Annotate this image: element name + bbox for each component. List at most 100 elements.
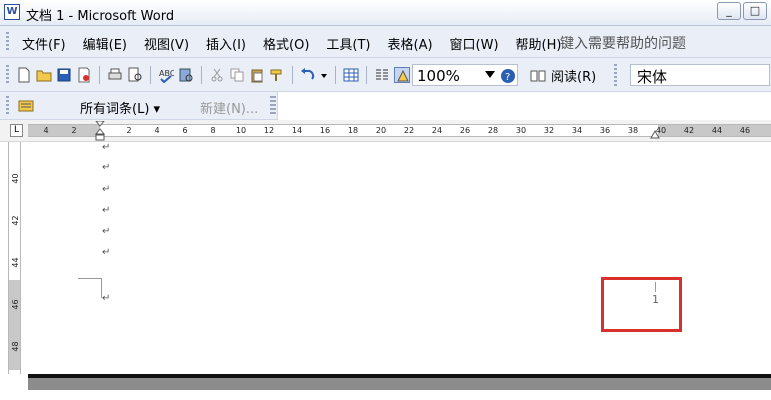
ruler-tick: 12: [263, 126, 275, 135]
print-icon[interactable]: [107, 67, 123, 83]
page-gap: [28, 378, 771, 390]
document-page[interactable]: [28, 142, 771, 374]
highlight-box: [601, 277, 682, 332]
help-icon[interactable]: ?: [500, 68, 516, 84]
paragraph-mark: ↵: [102, 162, 111, 173]
window-title: 文档 1 - Microsoft Word: [26, 9, 175, 24]
vruler-tick: 46: [11, 299, 20, 310]
ruler-tick: 32: [543, 126, 555, 135]
spelling-icon[interactable]: ABC: [158, 67, 176, 84]
open-folder-icon[interactable]: [36, 67, 52, 83]
autotext-toolbar: 所有词条(L) ▾ 新建(N)...: [0, 92, 278, 120]
menu-window[interactable]: 窗口(W): [450, 34, 499, 53]
insert-table-icon[interactable]: [343, 67, 359, 83]
horizontal-ruler[interactable]: 4 2 2 4 6 8 10 12 14 16 18 20 22 24 26 2…: [28, 121, 771, 141]
ruler-left-margin: [28, 125, 100, 136]
copy-icon[interactable]: [229, 67, 245, 83]
ruler-tick: 28: [487, 126, 499, 135]
horizontal-ruler-area: L 4 2 2 4 6 8 10 12 14 16 18 20 22 24 26…: [0, 120, 771, 142]
vruler-tick: 42: [11, 215, 20, 226]
menu-file[interactable]: 文件(F): [22, 34, 66, 53]
separator: [292, 66, 293, 84]
indent-marker-icon[interactable]: [95, 121, 105, 141]
menu-edit[interactable]: 编辑(E): [83, 34, 127, 53]
save-icon[interactable]: [56, 67, 72, 83]
ruler-tick: 36: [599, 126, 611, 135]
cut-icon[interactable]: [209, 67, 225, 83]
ruler-tick: 24: [431, 126, 443, 135]
paragraph-mark: ↵: [102, 226, 111, 237]
menu-view[interactable]: 视图(V): [144, 34, 189, 53]
autotext-grip[interactable]: [6, 96, 9, 116]
minimize-button[interactable]: _: [717, 2, 741, 20]
svg-text:?: ?: [505, 72, 510, 83]
title-bar: W 文档 1 - Microsoft Word _ □: [0, 0, 771, 26]
font-select[interactable]: 宋体: [630, 64, 770, 86]
paragraph-mark: ↵: [102, 205, 111, 216]
undo-icon[interactable]: [300, 67, 316, 83]
vertical-ruler[interactable]: 40 42 44 46 48: [8, 142, 21, 374]
menu-table[interactable]: 表格(A): [388, 34, 433, 53]
read-label: 阅读(R): [551, 70, 597, 85]
ruler-tick: 2: [71, 126, 77, 135]
ruler-tick: 14: [291, 126, 303, 135]
menu-tools[interactable]: 工具(T): [326, 34, 370, 53]
paragraph-mark: ↵: [102, 247, 111, 258]
ruler-tick: 38: [627, 126, 639, 135]
drawing-icon[interactable]: [394, 67, 410, 83]
menu-bar: 文件(F) 编辑(E) 视图(V) 插入(I) 格式(O) 工具(T) 表格(A…: [0, 26, 771, 58]
help-search-box[interactable]: 键入需要帮助的问题: [560, 33, 686, 53]
ruler-tick: 20: [375, 126, 387, 135]
paste-icon[interactable]: [249, 67, 265, 83]
paragraph-mark: ↵: [102, 293, 111, 304]
chevron-down-icon[interactable]: [485, 71, 495, 78]
ruler-tick: 4: [43, 126, 49, 135]
ruler-tick: 16: [319, 126, 331, 135]
menu-format[interactable]: 格式(O): [263, 34, 309, 53]
separator: [150, 66, 151, 84]
new-entry-button[interactable]: 新建(N)...: [200, 98, 258, 117]
ruler-tick: 44: [711, 126, 723, 135]
tab-stop-selector[interactable]: L: [10, 124, 23, 137]
format-painter-icon[interactable]: [269, 67, 285, 83]
ruler-tick: 22: [403, 126, 415, 135]
restore-button[interactable]: □: [743, 2, 767, 20]
undo-dropdown-icon[interactable]: [320, 67, 328, 83]
ruler-tick: 46: [739, 126, 751, 135]
book-icon: [530, 68, 546, 84]
ruler-tick: 10: [235, 126, 247, 135]
vruler-tick: 48: [11, 341, 20, 352]
ruler-tick: 2: [126, 126, 132, 135]
standard-toolbar: ABC 100% ? 阅读(R) 宋体: [0, 58, 771, 92]
columns-icon[interactable]: [374, 67, 390, 83]
text-boundary-corner: [78, 278, 102, 298]
right-indent-marker-icon[interactable]: [650, 129, 660, 139]
ruler-tick: 26: [459, 126, 471, 135]
ruler-tick: 30: [515, 126, 527, 135]
svg-text:ABC: ABC: [159, 69, 174, 78]
vruler-bottom-margin: [9, 280, 20, 370]
permission-icon[interactable]: [76, 67, 92, 83]
print-preview-icon[interactable]: [127, 67, 143, 83]
ruler-tick: 6: [182, 126, 188, 135]
autotext-icon[interactable]: [18, 98, 34, 114]
zoom-value: 100%: [417, 67, 460, 85]
word-app-icon[interactable]: W: [4, 4, 20, 20]
vruler-tick: 40: [11, 173, 20, 184]
read-button[interactable]: 阅读(R): [528, 66, 596, 85]
all-entries-button[interactable]: 所有词条(L) ▾: [80, 98, 160, 117]
separator: [99, 66, 100, 84]
research-icon[interactable]: [178, 67, 194, 83]
new-document-icon[interactable]: [16, 67, 32, 83]
menu-items: 文件(F) 编辑(E) 视图(V) 插入(I) 格式(O) 工具(T) 表格(A…: [22, 34, 578, 53]
separator: [201, 66, 202, 84]
toolbar-grip[interactable]: [6, 65, 9, 85]
formatting-grip[interactable]: [614, 64, 617, 86]
menu-insert[interactable]: 插入(I): [206, 34, 246, 53]
separator: [366, 66, 367, 84]
menu-help[interactable]: 帮助(H): [516, 34, 562, 53]
menu-grip[interactable]: [6, 32, 9, 52]
window-controls: _ □: [717, 2, 767, 20]
toolbar2-end[interactable]: [270, 96, 276, 116]
ruler-tick: 8: [210, 126, 216, 135]
